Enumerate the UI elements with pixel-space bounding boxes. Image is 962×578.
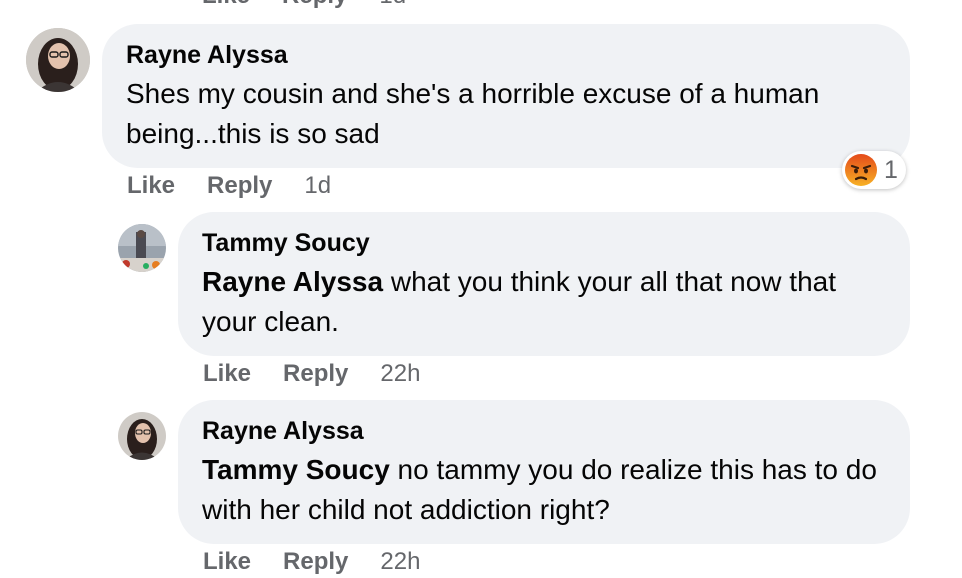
reply-bubble: Rayne Alyssa Tammy Soucy no tammy you do… <box>178 400 910 544</box>
angry-reaction-icon <box>844 153 878 187</box>
top-partial-actions: Like Reply 1d <box>202 0 406 10</box>
timestamp[interactable]: 1d <box>304 172 331 200</box>
comment-text: Shes my cousin and she's a horrible excu… <box>126 74 886 154</box>
reply-button[interactable]: Reply <box>283 548 348 576</box>
comment-author[interactable]: Rayne Alyssa <box>202 416 886 446</box>
timestamp[interactable]: 22h <box>380 548 420 576</box>
mention-link[interactable]: Rayne Alyssa <box>202 266 383 297</box>
comment-actions: Like Reply 22h <box>203 360 420 388</box>
mention-link[interactable]: Tammy Soucy <box>202 454 390 485</box>
reply-button[interactable]: Reply <box>282 0 347 10</box>
reaction-badge[interactable]: 1 <box>842 151 906 189</box>
like-button[interactable]: Like <box>203 360 251 388</box>
timestamp[interactable]: 22h <box>380 360 420 388</box>
avatar[interactable] <box>118 224 166 272</box>
like-button[interactable]: Like <box>202 0 250 10</box>
comment-text: Rayne Alyssa what you think your all tha… <box>202 262 886 342</box>
comment-author[interactable]: Tammy Soucy <box>202 228 886 258</box>
comment-actions: Like Reply 22h <box>203 548 420 576</box>
reply-button[interactable]: Reply <box>283 360 348 388</box>
comment-text: Tammy Soucy no tammy you do realize this… <box>202 450 886 530</box>
avatar[interactable] <box>118 412 166 460</box>
comment-body: Shes my cousin and she's a horrible excu… <box>126 78 820 149</box>
like-button[interactable]: Like <box>203 548 251 576</box>
comment-thread: Like Reply 1d Rayne Alyssa Shes my cousi… <box>0 0 962 578</box>
avatar[interactable] <box>26 28 90 92</box>
comment-author[interactable]: Rayne Alyssa <box>126 40 886 70</box>
reaction-count: 1 <box>884 155 898 184</box>
reply-button[interactable]: Reply <box>207 172 272 200</box>
comment-actions: Like Reply 1d <box>127 172 331 200</box>
timestamp[interactable]: 1d <box>379 0 406 10</box>
like-button[interactable]: Like <box>127 172 175 200</box>
comment-bubble: Rayne Alyssa Shes my cousin and she's a … <box>102 24 910 168</box>
reply-bubble: Tammy Soucy Rayne Alyssa what you think … <box>178 212 910 356</box>
